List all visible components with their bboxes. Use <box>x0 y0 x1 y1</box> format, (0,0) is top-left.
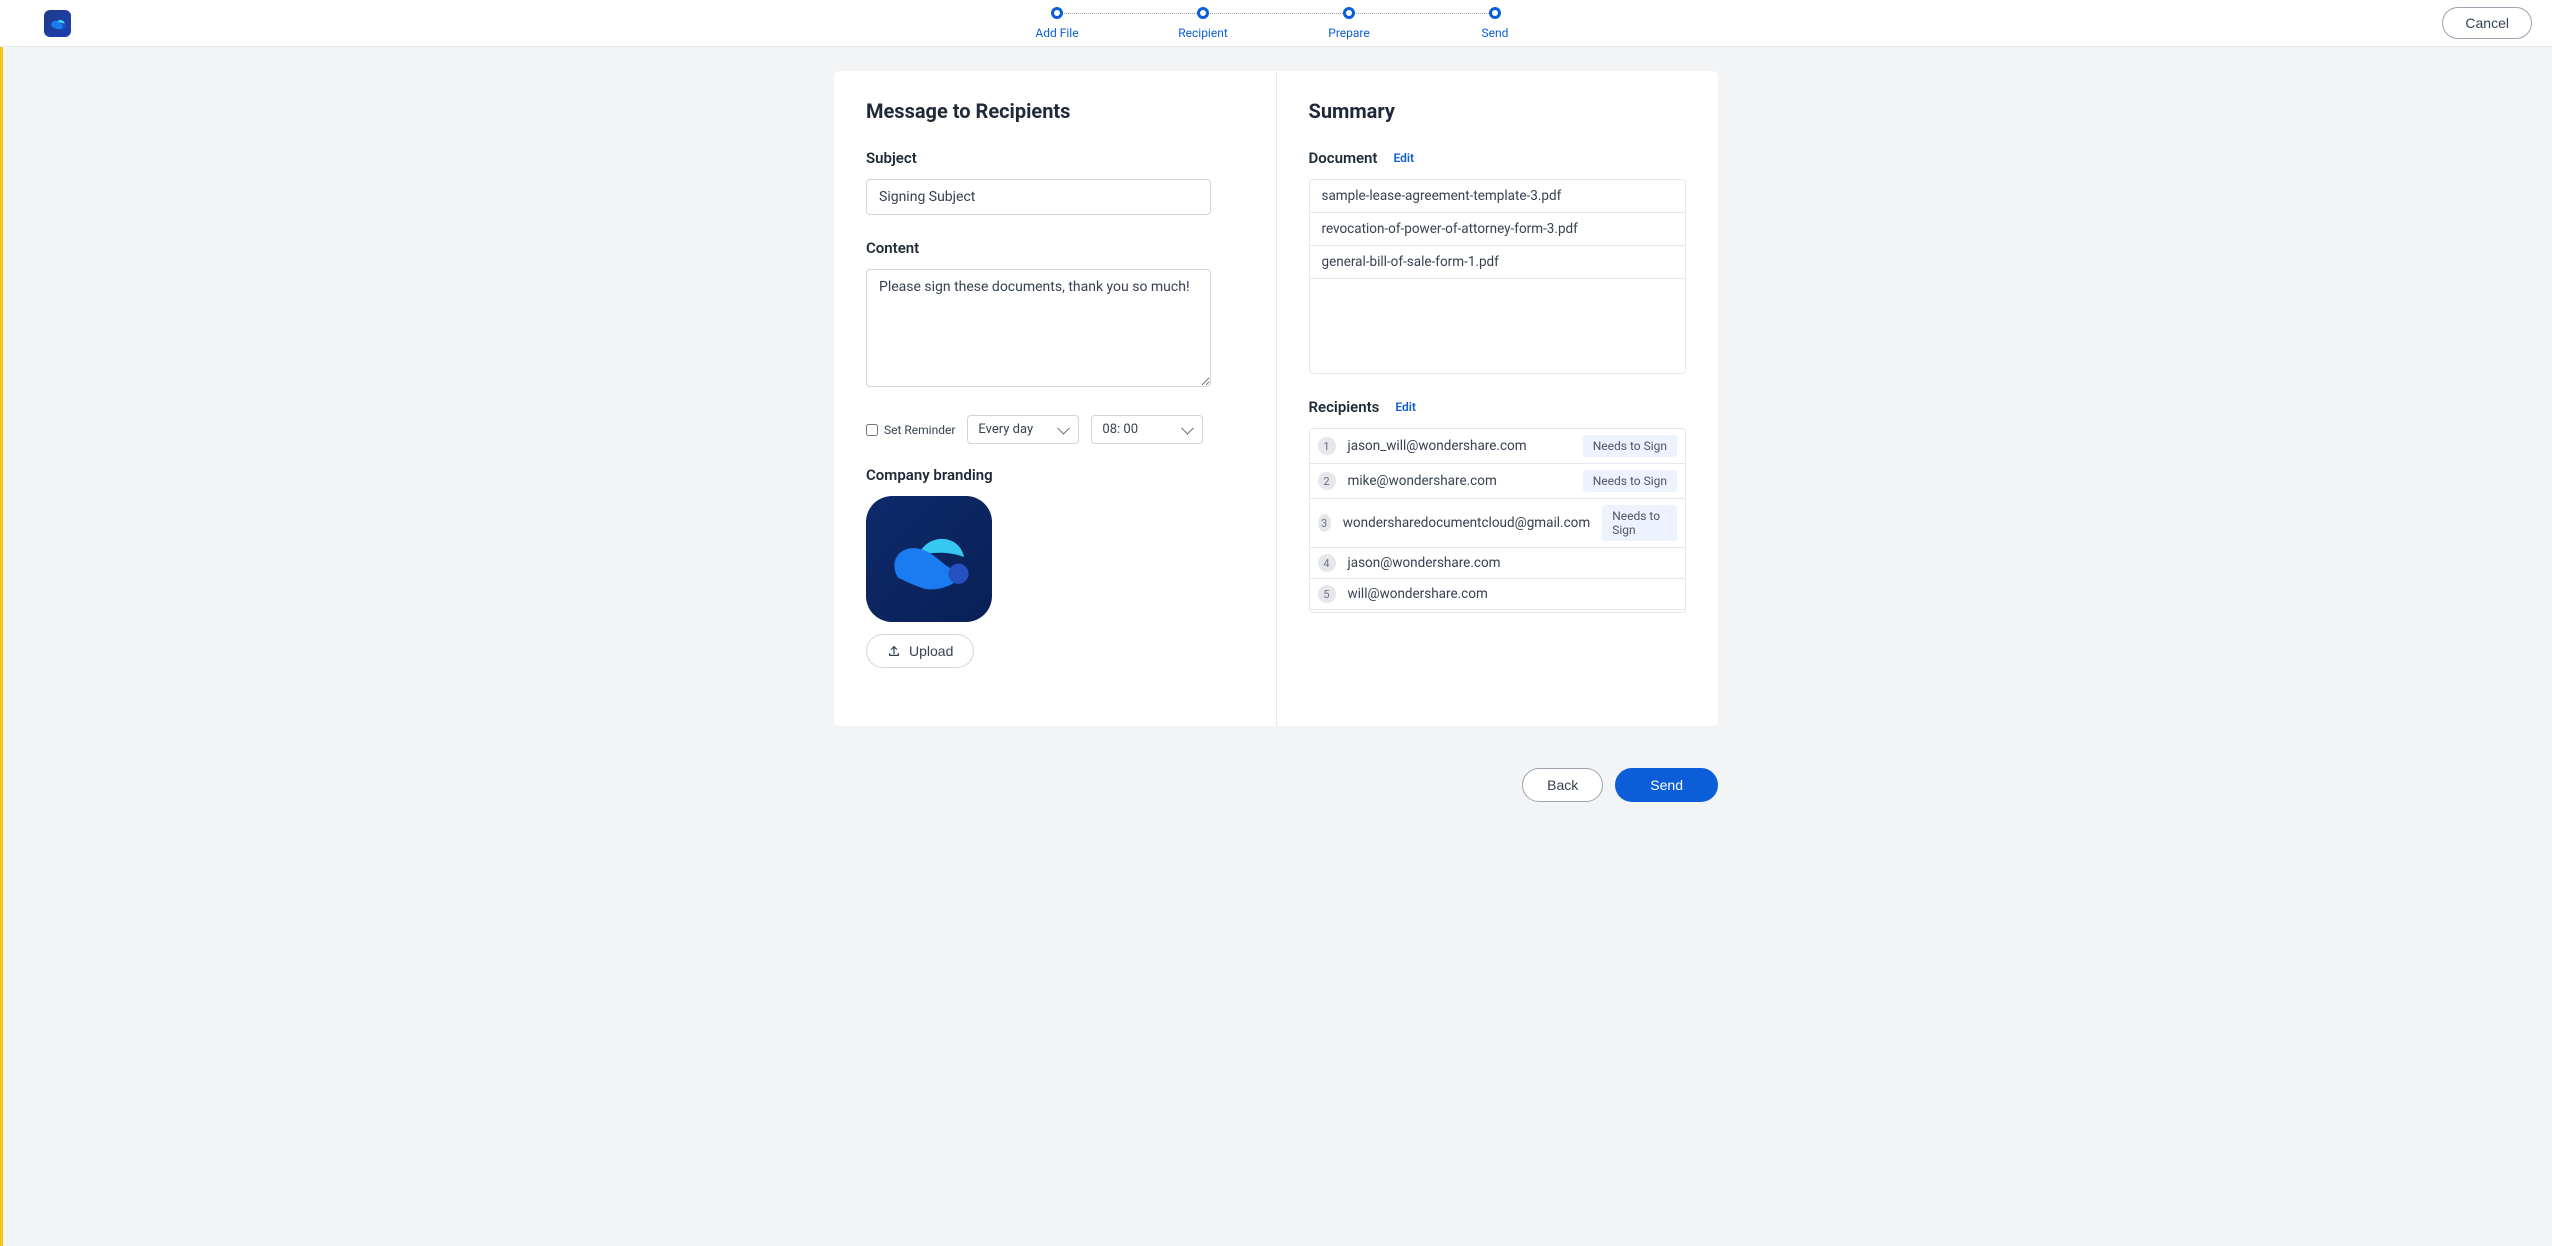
recipient-number: 3 <box>1318 514 1331 532</box>
recipient-number: 4 <box>1318 554 1336 572</box>
recipient-number: 1 <box>1318 437 1336 455</box>
set-reminder-label: Set Reminder <box>884 423 955 437</box>
upload-button[interactable]: Upload <box>866 634 974 668</box>
step-add-file[interactable]: Add File <box>984 7 1130 40</box>
footer-actions: Back Send <box>834 768 1718 802</box>
edit-documents-link[interactable]: Edit <box>1393 151 1414 165</box>
recipient-row: 5 will@wondershare.com <box>1310 579 1686 610</box>
document-row: revocation-of-power-of-attorney-form-3.p… <box>1310 213 1686 246</box>
back-button[interactable]: Back <box>1522 768 1603 802</box>
content-label: Content <box>866 239 1244 257</box>
upload-icon <box>887 644 901 658</box>
reminder-checkbox-input[interactable] <box>866 424 878 436</box>
recipient-email: wondersharedocumentcloud@gmail.com <box>1343 515 1590 531</box>
step-recipient[interactable]: Recipient <box>1130 7 1276 40</box>
reminder-time-select[interactable]: 08: 00 <box>1091 415 1203 444</box>
header: Add File Recipient Prepare Send Cancel <box>0 0 2552 47</box>
recipient-row: 4 jason@wondershare.com <box>1310 548 1686 579</box>
cancel-button[interactable]: Cancel <box>2442 7 2532 39</box>
recipient-status-badge: Needs to Sign <box>1583 470 1677 492</box>
recipient-email: mike@wondershare.com <box>1348 473 1497 489</box>
recipient-email: will@wondershare.com <box>1348 586 1488 602</box>
message-panel-title: Message to Recipients <box>866 99 1244 123</box>
recipient-row: 1 jason_will@wondershare.com Needs to Si… <box>1310 429 1686 464</box>
edit-recipients-link[interactable]: Edit <box>1395 400 1416 414</box>
recipient-status-badge: Needs to Sign <box>1583 435 1677 457</box>
main-card: Message to Recipients Subject Content Se… <box>834 71 1718 726</box>
recipient-number: 2 <box>1318 472 1336 490</box>
recipient-email: jason_will@wondershare.com <box>1348 438 1527 454</box>
recipients-section-label: Recipients <box>1309 398 1380 416</box>
document-row: sample-lease-agreement-template-3.pdf <box>1310 180 1686 213</box>
recipient-status-badge: Needs to Sign <box>1602 505 1677 541</box>
recipient-row: 3 wondersharedocumentcloud@gmail.com Nee… <box>1310 499 1686 548</box>
subject-input[interactable] <box>866 179 1211 215</box>
step-prepare[interactable]: Prepare <box>1276 7 1422 40</box>
set-reminder-checkbox[interactable]: Set Reminder <box>866 423 955 437</box>
content-textarea[interactable] <box>866 269 1211 387</box>
reminder-frequency-select[interactable]: Every day <box>967 415 1079 444</box>
message-panel: Message to Recipients Subject Content Se… <box>834 71 1276 726</box>
summary-panel-title: Summary <box>1309 99 1687 123</box>
subject-label: Subject <box>866 149 1244 167</box>
send-button[interactable]: Send <box>1615 768 1718 802</box>
recipients-list: 1 jason_will@wondershare.com Needs to Si… <box>1309 428 1687 613</box>
cloud-icon <box>49 16 67 30</box>
recipient-number: 5 <box>1318 585 1336 603</box>
branding-image <box>866 496 992 622</box>
recipient-email: jason@wondershare.com <box>1348 555 1501 571</box>
app-logo <box>44 10 71 37</box>
step-dot-icon <box>1489 7 1501 19</box>
step-send[interactable]: Send <box>1422 7 1568 40</box>
cloud-icon <box>883 524 975 594</box>
summary-panel: Summary Document Edit sample-lease-agree… <box>1276 71 1719 726</box>
document-section-label: Document <box>1309 149 1378 167</box>
step-dot-icon <box>1051 7 1063 19</box>
branding-label: Company branding <box>866 466 1244 484</box>
recipient-row: 2 mike@wondershare.com Needs to Sign <box>1310 464 1686 499</box>
progress-stepper: Add File Recipient Prepare Send <box>984 7 1568 40</box>
step-dot-icon <box>1343 7 1355 19</box>
document-row: general-bill-of-sale-form-1.pdf <box>1310 246 1686 279</box>
document-list: sample-lease-agreement-template-3.pdf re… <box>1309 179 1687 374</box>
step-dot-icon <box>1197 7 1209 19</box>
